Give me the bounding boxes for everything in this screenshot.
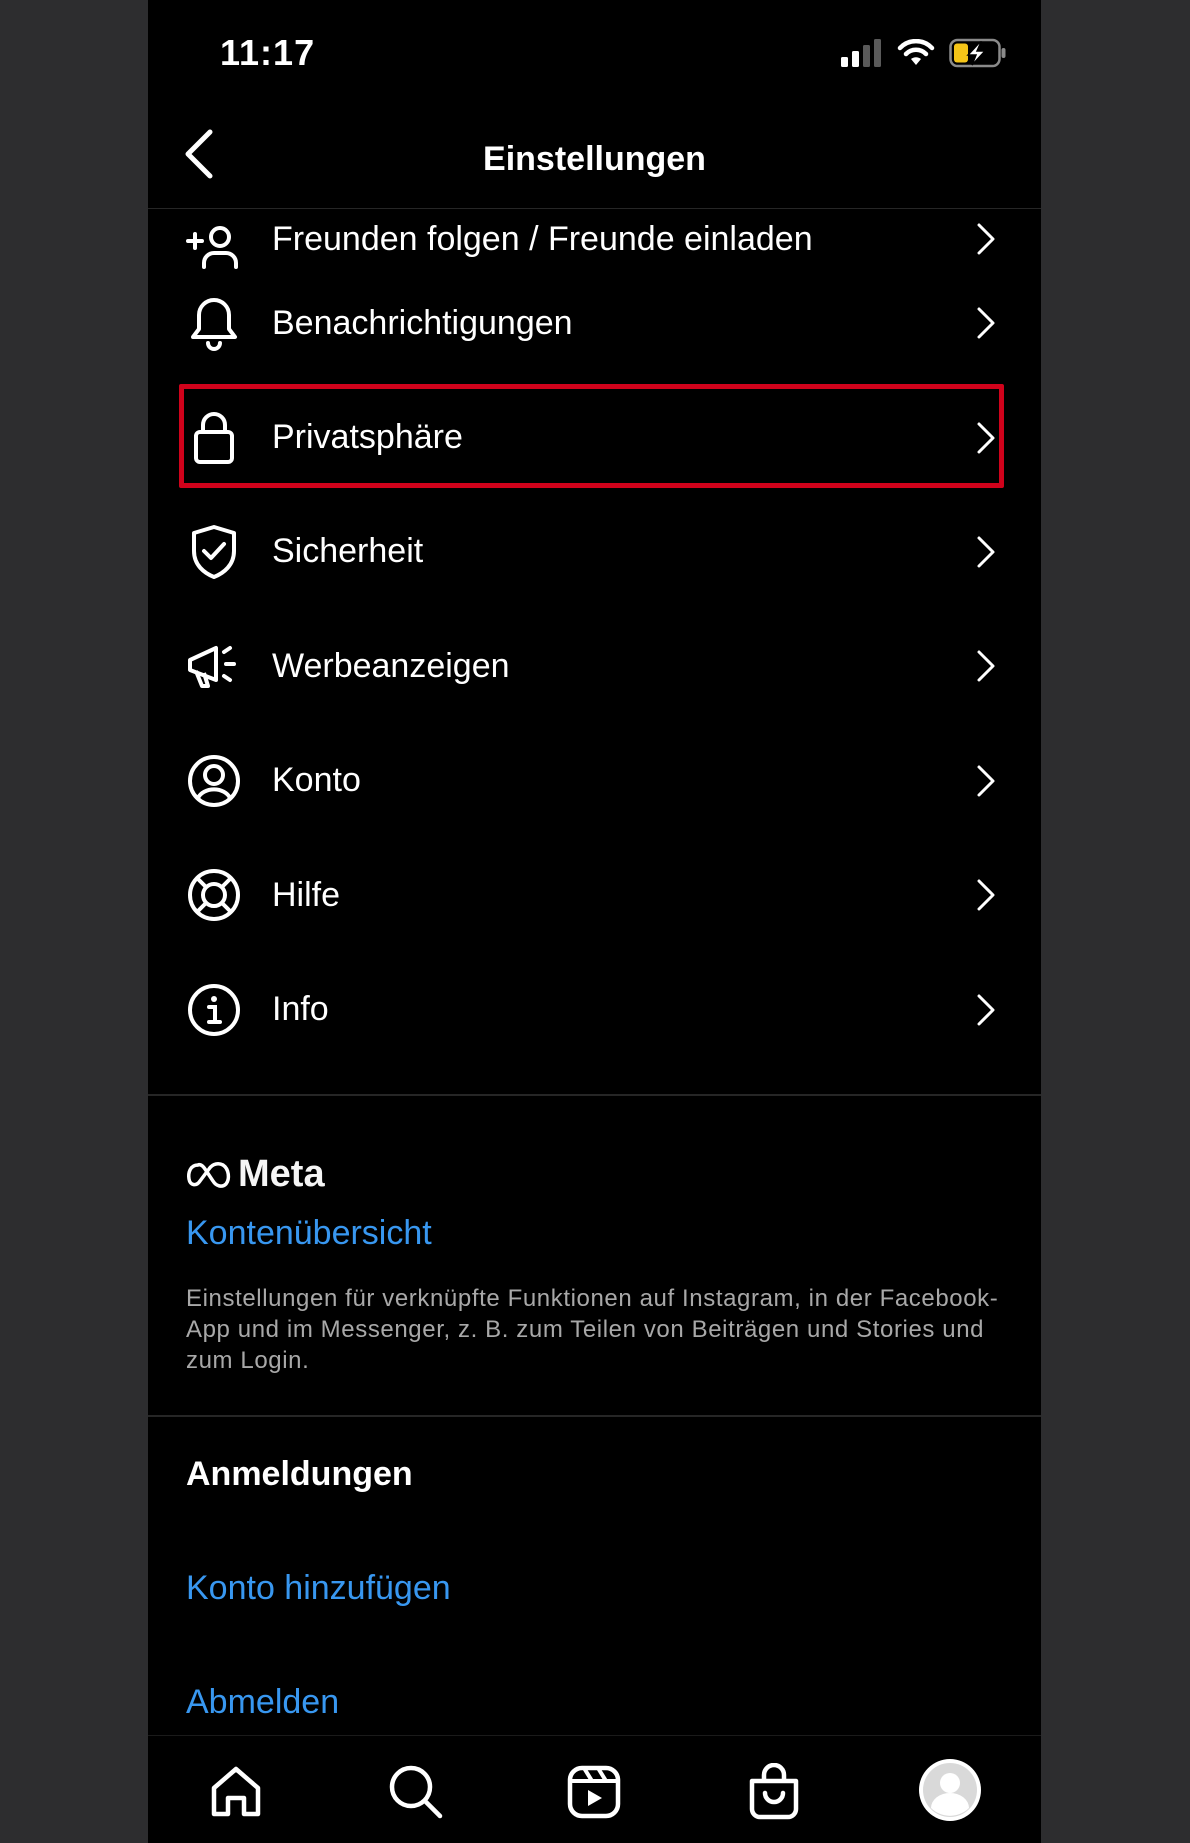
shield-check-icon [186, 524, 242, 580]
megaphone-icon [186, 638, 242, 694]
settings-item-label: Konto [272, 761, 361, 800]
meta-logo: Meta [186, 1153, 1006, 1196]
settings-item-info[interactable]: Info [148, 952, 1041, 1066]
meta-description: Einstellungen für verknüpfte Funktionen … [186, 1285, 999, 1374]
logins-title: Anmeldungen [186, 1455, 413, 1493]
battery-charging-icon [949, 38, 1006, 68]
settings-item-label: Privatsphäre [272, 418, 463, 457]
settings-item-label: Freunden folgen / Freunde einladen [272, 220, 813, 258]
meta-logo-text: Meta [238, 1153, 325, 1195]
settings-item-privacy[interactable]: Privatsphäre [148, 380, 1041, 494]
account-circle-icon [186, 753, 242, 809]
phone-screen: 11:17 Einstellungen Freunden folgen / Fr… [148, 0, 1041, 1843]
reels-icon[interactable] [564, 1762, 624, 1822]
settings-item-account[interactable]: Konto [148, 724, 1041, 838]
settings-item-follow-invite[interactable]: Freunden folgen / Freunde einladen [148, 208, 1041, 269]
logout-link[interactable]: Abmelden [186, 1683, 339, 1722]
chevron-right-icon [977, 223, 995, 255]
tab-bar [148, 1735, 1041, 1843]
settings-item-help[interactable]: Hilfe [148, 838, 1041, 952]
add-account-link[interactable]: Konto hinzufügen [186, 1569, 451, 1608]
status-icons [841, 38, 1007, 68]
shop-icon[interactable] [744, 1762, 804, 1822]
search-icon[interactable] [386, 1762, 446, 1822]
home-icon[interactable] [206, 1762, 266, 1822]
nav-header: Einstellungen [148, 100, 1041, 209]
settings-item-security[interactable]: Sicherheit [148, 495, 1041, 609]
settings-item-label: Werbeanzeigen [272, 646, 510, 685]
lifebuoy-icon [186, 867, 242, 923]
meta-infinity-icon [187, 1161, 231, 1188]
settings-item-notifications[interactable]: Benachrichtigungen [148, 266, 1041, 380]
chevron-right-icon [977, 307, 995, 339]
settings-item-ads[interactable]: Werbeanzeigen [148, 609, 1041, 723]
settings-item-label: Hilfe [272, 875, 341, 914]
page-title: Einstellungen [483, 140, 706, 178]
bell-icon [186, 295, 242, 352]
settings-item-label: Benachrichtigungen [272, 303, 573, 342]
section-divider [148, 1094, 1041, 1096]
status-bar: 11:17 [148, 0, 1041, 100]
cellular-signal-icon [841, 39, 881, 67]
meta-section: Meta Kontenübersicht Einstellungen für v… [186, 1153, 1006, 1376]
settings-list: Freunden folgen / Freunde einladen Benac… [148, 208, 1041, 1067]
chevron-right-icon [977, 422, 995, 454]
chevron-right-icon [977, 879, 995, 911]
section-divider [148, 1415, 1041, 1417]
status-time: 11:17 [220, 32, 316, 73]
accounts-center-link[interactable]: Kontenübersicht [186, 1214, 1006, 1253]
settings-item-label: Info [272, 990, 329, 1029]
chevron-right-icon [977, 536, 995, 568]
lock-icon [186, 410, 242, 466]
chevron-right-icon [977, 650, 995, 682]
info-icon [186, 982, 242, 1038]
chevron-right-icon [977, 994, 995, 1026]
settings-item-label: Sicherheit [272, 532, 424, 571]
chevron-right-icon [977, 765, 995, 797]
wifi-icon [897, 39, 935, 65]
profile-avatar[interactable] [918, 1758, 982, 1822]
